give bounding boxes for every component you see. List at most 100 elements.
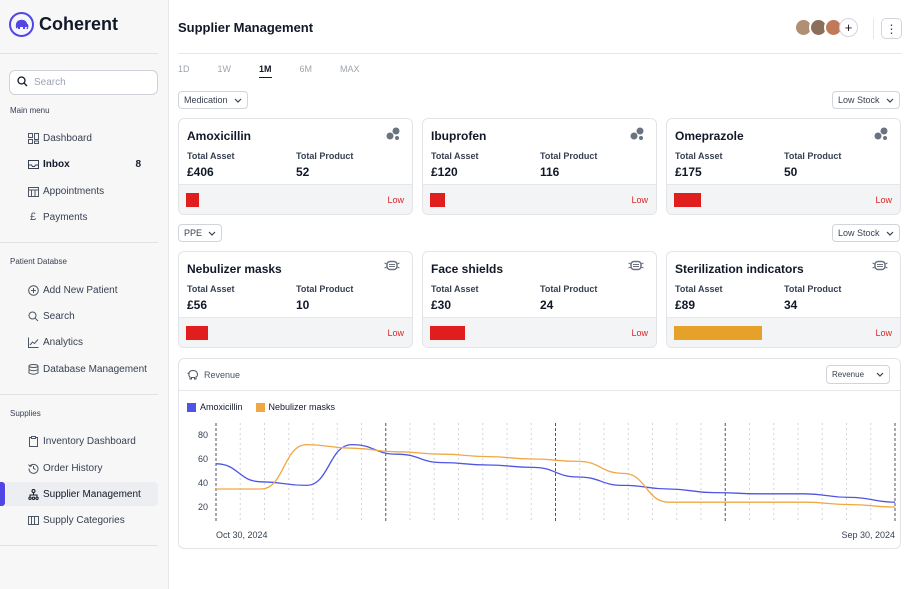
page-title: Supplier Management [178,20,314,35]
sidebar-item-supply-categories[interactable]: Supply Categories [0,508,168,532]
dropdown-value: Low Stock [838,95,880,105]
total-asset-value: £89 [675,298,696,312]
total-product-value: 52 [296,165,310,179]
sidebar-item-inbox[interactable]: Inbox 8 [0,152,168,176]
total-asset-label: Total Asset [187,151,235,161]
dashboard-icon [27,132,39,144]
sidebar-item-label: Appointments [43,185,105,197]
stock-level-bar [674,193,701,207]
total-asset-value: £175 [675,165,702,179]
mask-icon [872,260,888,274]
category-dropdown-ppe[interactable]: PPE [178,224,223,242]
sidebar-item-supplier-management[interactable]: Supplier Management [6,482,158,506]
stock-level-footer: Low [667,317,900,347]
stock-status: Low [875,328,892,338]
clipboard-icon [27,435,39,447]
stock-level-bar [674,326,762,340]
total-product-label: Total Product [296,151,354,161]
stock-filter-dropdown[interactable]: Low Stock [832,224,900,242]
search-input[interactable] [34,77,144,88]
total-product-value: 24 [540,298,554,312]
pills-icon [630,127,644,143]
categories-icon [27,514,39,526]
total-asset-value: £56 [187,298,208,312]
inbox-count-badge: 8 [135,158,141,170]
timeframe-tabs: 1D 1W 1M 6M MAX [178,64,388,78]
tab-1w[interactable]: 1W [218,64,232,78]
total-asset-value: £30 [431,298,452,312]
more-options-button[interactable]: ⋮ [881,18,902,39]
stock-level-bar [430,193,445,207]
supply-name: Amoxicillin [187,129,252,143]
supply-card[interactable]: Ibuprofen Total Asset Total Product £120… [422,118,657,215]
total-product-value: 10 [296,298,310,312]
supply-name: Omeprazole [675,129,744,143]
sidebar-item-search[interactable]: Search [0,304,168,328]
supply-card[interactable]: Sterilization indicators Total Asset Tot… [666,251,901,348]
total-product-value: 34 [784,298,798,312]
y-tick-label: 60 [198,454,208,464]
divider [178,53,902,54]
total-product-label: Total Product [540,151,598,161]
tab-6m[interactable]: 6M [300,64,313,78]
sidebar-item-analytics[interactable]: Analytics [0,330,168,354]
total-asset-label: Total Asset [431,151,479,161]
supply-card[interactable]: Nebulizer masks Total Asset Total Produc… [178,251,413,348]
stock-status: Low [387,195,404,205]
stock-filter-dropdown[interactable]: Low Stock [832,91,900,109]
sidebar-item-label: Database Management [43,363,147,375]
sidebar-item-add-new-patient[interactable]: Add New Patient [0,278,168,302]
add-collaborator-button[interactable]: + [839,18,858,37]
total-asset-label: Total Asset [675,284,723,294]
sidebar-item-label: Search [43,310,75,322]
elephant-logo-icon [9,12,34,37]
sidebar-search[interactable] [9,70,158,95]
app-name: Coherent [39,14,119,34]
total-product-label: Total Product [784,151,842,161]
stock-status: Low [875,195,892,205]
total-product-label: Total Product [784,284,842,294]
supply-card[interactable]: Face shields Total Asset Total Product £… [422,251,657,348]
sidebar-item-appointments[interactable]: Appointments [0,179,168,203]
y-tick-label: 20 [198,502,208,512]
app-logo[interactable]: Coherent [9,12,118,37]
tab-max[interactable]: MAX [340,64,360,78]
chevron-down-icon [234,98,242,103]
supply-name: Sterilization indicators [675,262,804,276]
sidebar-item-label: Add New Patient [43,284,118,296]
category-dropdown-medication[interactable]: Medication [178,91,248,109]
x-tick-label: Oct 30, 2024 [216,530,268,540]
sidebar-item-order-history[interactable]: Order History [0,456,168,480]
stock-level-footer: Low [667,184,900,214]
divider [0,394,158,395]
pound-icon: £ [29,211,37,223]
supply-card[interactable]: Omeprazole Total Asset Total Product £17… [666,118,901,215]
revenue-line-chart: 80 60 40 20 Oct 30, 2024 Sep 30, 2024 [198,423,896,540]
sidebar-item-inventory-dashboard[interactable]: Inventory Dashboard [0,429,168,453]
active-indicator [0,482,5,506]
supply-name: Ibuprofen [431,129,487,143]
sidebar-item-label: Payments [43,211,88,223]
section-label-main-menu: Main menu [10,106,50,115]
sidebar-item-database-management[interactable]: Database Management [0,357,168,381]
collaborator-avatars[interactable]: + [794,18,858,37]
x-tick-label: Sep 30, 2024 [841,530,895,540]
search-icon [27,310,39,322]
mask-icon [628,260,644,274]
tab-1d[interactable]: 1D [178,64,190,78]
total-product-value: 116 [540,165,560,179]
add-circle-icon [27,284,39,296]
sidebar-item-payments[interactable]: £ Payments [0,205,168,229]
pills-icon [386,127,400,143]
dropdown-value: Low Stock [838,228,880,238]
stock-status: Low [387,328,404,338]
sidebar-item-dashboard[interactable]: Dashboard [0,126,168,150]
divider [0,545,158,546]
total-asset-label: Total Asset [675,151,723,161]
history-icon [27,462,39,474]
supply-card[interactable]: Amoxicillin Total Asset Total Product £4… [178,118,413,215]
stock-level-footer: Low [179,184,412,214]
tab-1m[interactable]: 1M [259,64,272,78]
supplier-icon [27,488,39,500]
database-icon [27,363,39,375]
